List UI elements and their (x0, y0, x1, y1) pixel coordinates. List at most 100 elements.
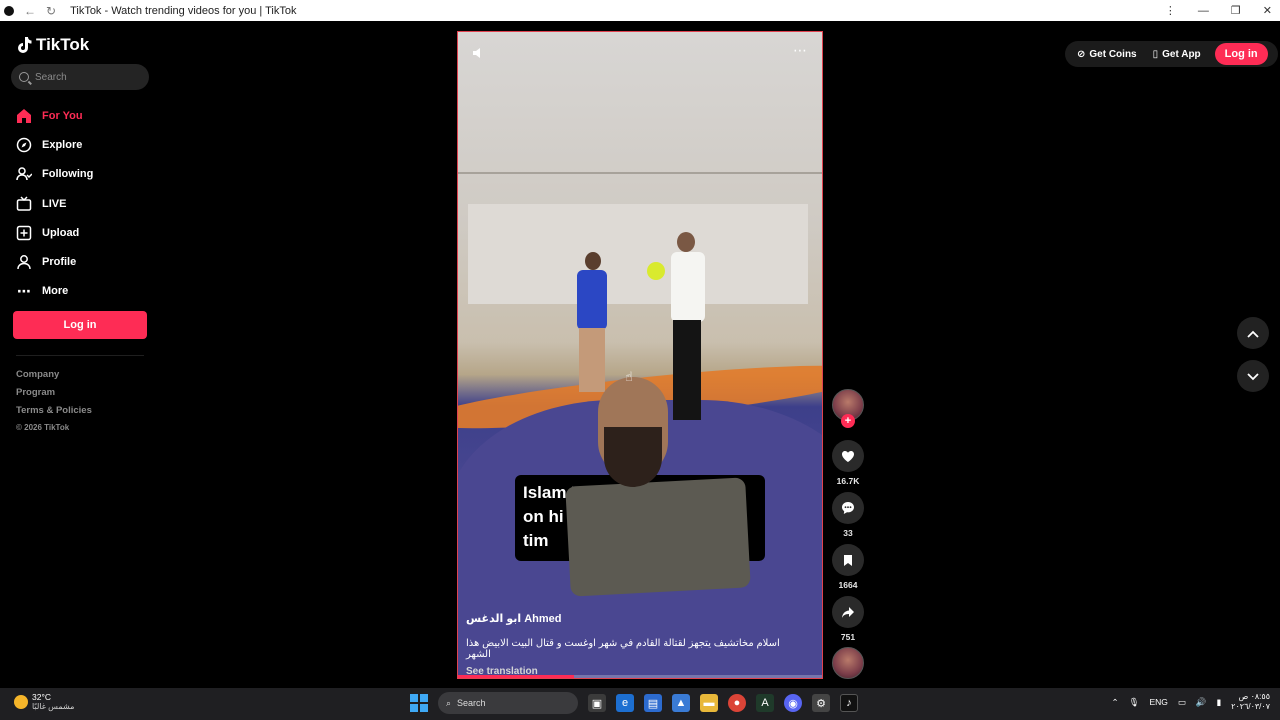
windows-taskbar: 32°C مشمس غالبًا ⌕ Search ▣ e ▤ ▲ ▬ ● A … (0, 688, 1280, 720)
ellipsis-icon: ⋯ (17, 282, 31, 299)
save-action[interactable]: 1664 (832, 544, 864, 590)
video-progress-fill (458, 675, 575, 678)
browser-nav: ← ↻ (24, 4, 56, 18)
phone-icon: ▯ (1152, 48, 1159, 60)
store-icon[interactable]: ▤ (644, 694, 662, 712)
previous-video-button[interactable] (1237, 317, 1269, 349)
mouse-cursor-icon: ☝ (625, 369, 633, 384)
speaker-icon[interactable]: 🔊 (1196, 697, 1207, 708)
windows-start-icon[interactable] (410, 694, 428, 712)
close-icon[interactable]: ✕ (1263, 4, 1272, 17)
nav-item-more[interactable]: ⋯ More (16, 277, 93, 306)
chrome-icon[interactable]: ● (728, 694, 746, 712)
video-scene (458, 172, 822, 174)
minimize-icon[interactable]: — (1198, 5, 1209, 17)
mute-speaker-icon[interactable] (472, 46, 486, 63)
chevron-down-icon (1247, 368, 1259, 384)
app-a-icon[interactable]: A (756, 694, 774, 712)
taskbar-search[interactable]: ⌕ Search (438, 692, 578, 714)
music-disc-avatar[interactable] (832, 647, 864, 679)
chevron-up-icon[interactable]: ⌃ (1112, 697, 1119, 708)
heart-icon[interactable] (832, 440, 864, 472)
footer-link-company[interactable]: Company (16, 366, 92, 384)
share-count: 751 (840, 632, 856, 642)
window-controls: ⋮ — ❐ ✕ (1165, 0, 1272, 21)
top-pill: ⊘ Get Coins ▯ Get App Log in (1065, 41, 1278, 67)
footer-link-program[interactable]: Program (16, 384, 92, 402)
nav-label: Explore (42, 138, 83, 151)
weather-description: مشمس غالبًا (32, 702, 75, 711)
nav-item-upload[interactable]: Upload (16, 218, 93, 247)
video-author[interactable]: ابو الدغس Ahmed (466, 612, 806, 625)
browser-title-bar: ← ↻ TikTok - Watch trending videos for y… (0, 0, 1280, 21)
nav-item-profile[interactable]: Profile (16, 247, 93, 276)
nav-item-following[interactable]: Following (16, 160, 93, 189)
sidebar-footer: Company Program Terms & Policies © 2026 … (16, 366, 92, 436)
clock-date: ٢٠٢٦/٠٣/٠٧ (1231, 702, 1270, 711)
nav-item-live[interactable]: LIVE (16, 189, 93, 218)
comment-bubble-icon[interactable] (832, 492, 864, 524)
clock[interactable]: ٠٨:٥٥ ص ٢٠٢٦/٠٣/٠٧ (1231, 692, 1270, 712)
top-login-button[interactable]: Log in (1214, 43, 1268, 65)
bookmark-icon[interactable] (832, 544, 864, 576)
like-count: 16.7K (836, 476, 860, 486)
save-count: 1664 (838, 580, 858, 590)
video-figure (573, 252, 613, 392)
network-icon[interactable]: ▭ (1178, 697, 1186, 708)
upload-plus-icon (16, 225, 32, 241)
search-placeholder: Search (35, 71, 67, 83)
video-player[interactable]: Islam Mak ng on hi wo tim ⋯ ☝ ابو الدغس … (457, 31, 823, 679)
person-icon (16, 254, 32, 270)
system-tray: ⌃ 🎙 ENG ▭ 🔊 ▮ ٠٨:٥٥ ص ٢٠٢٦/٠٣/٠٧ (1112, 692, 1270, 712)
top-right-actions: ⊘ Get Coins ▯ Get App Log in (1065, 41, 1278, 67)
photos-icon[interactable]: ▲ (672, 694, 690, 712)
weather-widget[interactable]: 32°C مشمس غالبًا (14, 692, 74, 711)
share-action[interactable]: 751 (832, 596, 864, 642)
like-action[interactable]: 16.7K (832, 440, 864, 486)
tiktok-logo[interactable]: TikTok (16, 35, 89, 55)
comment-count: 33 (843, 528, 853, 538)
video-scene (468, 204, 808, 304)
taskbar-apps: ⌕ Search ▣ e ▤ ▲ ▬ ● A ◉ ⚙ ♪ (410, 692, 858, 714)
nav-label: For You (42, 109, 83, 122)
microphone-icon[interactable]: 🎙 (1129, 697, 1140, 708)
footer-link-terms[interactable]: Terms & Policies (16, 402, 92, 420)
follow-plus-icon[interactable]: + (841, 414, 855, 428)
chevron-up-icon (1247, 325, 1259, 341)
app-gear-icon[interactable]: ⚙ (812, 694, 830, 712)
task-view-icon[interactable]: ▣ (588, 694, 606, 712)
get-coins-button[interactable]: ⊘ Get Coins (1075, 41, 1139, 67)
clock-time: ٠٨:٥٥ ص (1238, 692, 1270, 701)
back-arrow-icon[interactable]: ← (24, 4, 36, 18)
edge-browser-icon[interactable]: e (616, 694, 634, 712)
search-input[interactable]: Search (11, 64, 149, 90)
battery-icon[interactable]: ▮ (1216, 697, 1221, 708)
video-info: ابو الدغس Ahmed اسلام مخاتشيف يتجهز لقتا… (466, 612, 806, 677)
sun-icon (14, 694, 28, 709)
discord-icon[interactable]: ◉ (784, 694, 802, 712)
restore-icon[interactable]: ❐ (1231, 4, 1241, 17)
sidebar-login-button[interactable]: Log in (13, 311, 147, 339)
comment-action[interactable]: 33 (832, 492, 864, 538)
language-indicator[interactable]: ENG (1149, 697, 1167, 707)
reload-icon[interactable]: ↻ (46, 4, 56, 18)
get-app-button[interactable]: ▯ Get App (1151, 41, 1203, 67)
sidebar: TikTok Search For You Explore Following … (0, 21, 160, 690)
tiktok-note-icon (16, 36, 32, 54)
nav-label: Upload (42, 226, 80, 239)
file-explorer-icon[interactable]: ▬ (700, 694, 718, 712)
nav-item-for-you[interactable]: For You (16, 101, 93, 130)
menu-dots-icon[interactable]: ⋮ (1165, 4, 1176, 17)
nav-item-explore[interactable]: Explore (16, 130, 93, 159)
home-icon (16, 108, 32, 124)
video-more-options-icon[interactable]: ⋯ (793, 42, 808, 59)
nav-label: More (42, 285, 69, 298)
get-app-label: Get App (1162, 48, 1201, 60)
video-actions: + 16.7K 33 1664 751 (832, 389, 864, 679)
window-title: TikTok - Watch trending videos for you |… (70, 4, 297, 17)
video-progress-bar[interactable] (458, 675, 822, 678)
nav-label: Profile (42, 256, 77, 269)
tiktok-taskbar-icon[interactable]: ♪ (840, 694, 858, 712)
share-arrow-icon[interactable] (832, 596, 864, 628)
next-video-button[interactable] (1237, 360, 1269, 392)
